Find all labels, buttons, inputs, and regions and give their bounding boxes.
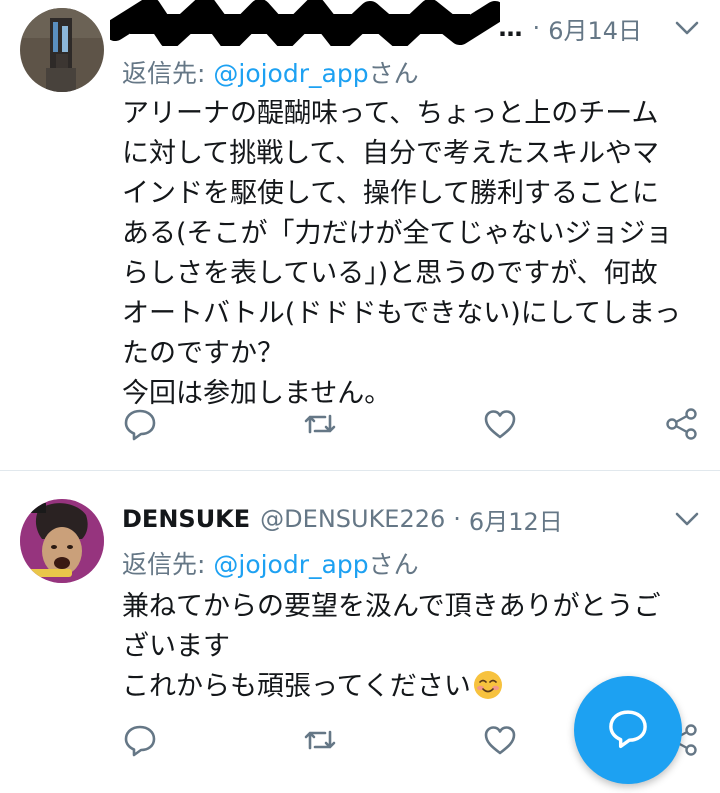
- chevron-down-icon[interactable]: [672, 14, 702, 42]
- display-name[interactable]: DENSUKE: [122, 505, 250, 533]
- separator-dot: ·: [453, 505, 461, 533]
- chevron-down-icon[interactable]: [672, 505, 702, 533]
- truncation-ellipsis: …: [498, 14, 523, 42]
- compose-reply-button[interactable]: [574, 676, 682, 784]
- reply-suffix: さん: [368, 550, 419, 579]
- tweet-text-line: オートバトル(ドドドもできない)にしてしまっ: [122, 298, 681, 329]
- tweet-text-line: らしさを表している」)と思うのですが、何故: [122, 258, 658, 289]
- smiling-face-with-blush-emoji: [473, 670, 503, 700]
- reply-mention-link[interactable]: @jojodr_app: [213, 550, 368, 579]
- like-icon[interactable]: [482, 406, 518, 442]
- tweet-date[interactable]: 6月14日: [548, 11, 642, 46]
- reply-icon[interactable]: [122, 406, 158, 442]
- reply-suffix: さん: [368, 59, 419, 88]
- tweet-text-line: たのですか？: [122, 338, 284, 369]
- tweet-text: アリーナの醍醐味って、ちょっと上のチーム に対して挑戦して、自分で考えたスキルや…: [122, 94, 697, 414]
- tweet-text-line: ある(そこが「力だけが全てじゃないジョジョ: [122, 218, 673, 249]
- reply-icon[interactable]: [122, 722, 158, 758]
- like-icon[interactable]: [482, 722, 518, 758]
- tweet-text-line: ざいます: [122, 631, 230, 662]
- retweet-icon[interactable]: [302, 406, 338, 442]
- reply-mention-link[interactable]: @jojodr_app: [213, 59, 368, 88]
- reply-to-label: 返信先:: [122, 550, 214, 579]
- tweet-text-line: アリーナの醍醐味って、ちょっと上のチーム: [122, 98, 659, 129]
- tweet-text-line: に対して挑戦して、自分で考えたスキルやマ: [122, 138, 660, 169]
- reply-to-line: 返信先: @jojodr_appさん: [122, 545, 419, 581]
- reply-to-line: 返信先: @jojodr_appさん: [122, 54, 419, 90]
- tweet-header: DENSUKE @DENSUKE226 · 6月12日: [122, 499, 702, 539]
- avatar[interactable]: [20, 8, 104, 92]
- reply-to-label: 返信先:: [122, 59, 214, 88]
- user-handle[interactable]: @DENSUKE226: [260, 505, 445, 533]
- retweet-icon[interactable]: [302, 722, 338, 758]
- avatar[interactable]: [20, 499, 104, 583]
- tweet-header: … · 6月14日: [122, 8, 702, 48]
- tweet-date[interactable]: 6月12日: [469, 502, 563, 537]
- separator-dot: ·: [532, 14, 541, 42]
- tweet-actions: [0, 404, 720, 444]
- share-icon[interactable]: [664, 406, 700, 442]
- tweet-text-line: 兼ねてからの要望を汲んで頂きありがとうご: [122, 591, 661, 622]
- tweet[interactable]: … · 6月14日 返信先: @jojodr_appさん アリーナの醍醐味って、…: [0, 0, 720, 470]
- tweet-text-fragment: これからも頑張ってください: [122, 671, 471, 702]
- tweet-text-line: インドを駆使して、操作して勝利することに: [122, 178, 660, 209]
- compose-reply-icon: [606, 706, 650, 754]
